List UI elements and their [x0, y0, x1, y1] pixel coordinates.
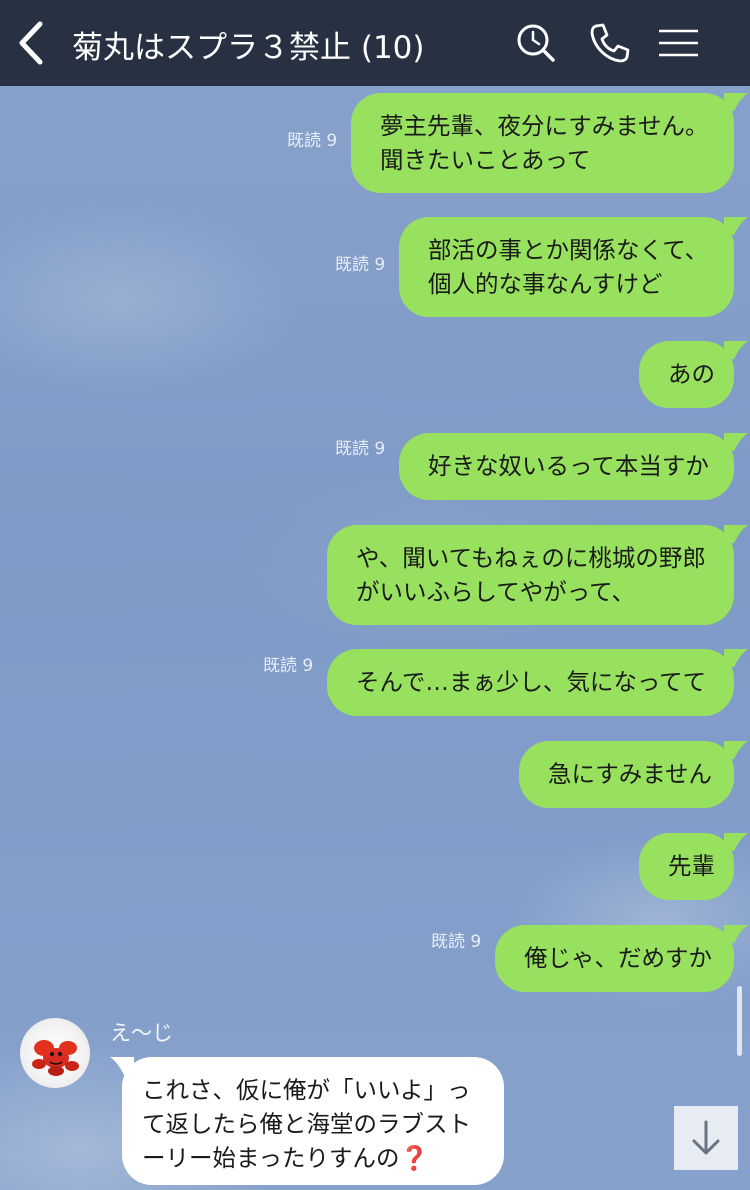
message-line: 聞きたいことあって — [380, 146, 591, 174]
arrow-down-icon — [692, 1120, 720, 1155]
call-button[interactable] — [586, 20, 632, 66]
message-line: 好きな奴いるって本当すか — [428, 452, 709, 480]
message-line: 先輩 — [668, 852, 715, 880]
menu-button[interactable] — [656, 20, 702, 66]
back-button[interactable] — [10, 18, 54, 68]
message-line: ーリー始まったりすんの❓ — [142, 1141, 484, 1175]
scrollbar[interactable] — [737, 986, 742, 1056]
outgoing-message[interactable]: 好きな奴いるって本当すか — [399, 433, 734, 500]
message-line: がいいふらしてやがって、 — [356, 578, 635, 606]
message-line: そんで…まぁ少し、気になってて — [356, 668, 707, 696]
read-receipt: 既読 9 — [335, 255, 386, 275]
bubble-tail — [724, 741, 748, 759]
message-text: ーリー始まったりすんの — [142, 1144, 400, 1172]
outgoing-message[interactable]: 夢主先輩、夜分にすみません。 聞きたいことあって — [351, 93, 734, 193]
chat-header: 菊丸はスプラ３禁止 (10) — [0, 0, 750, 86]
bubble-tail — [724, 433, 748, 451]
outgoing-message[interactable]: そんで…まぁ少し、気になってて — [327, 649, 734, 716]
scroll-to-bottom-button[interactable] — [674, 1106, 738, 1170]
phone-icon — [590, 23, 630, 63]
read-receipt: 既読 9 — [335, 439, 386, 459]
bubble-tail — [724, 341, 748, 359]
outgoing-message[interactable]: 先輩 — [639, 833, 734, 900]
outgoing-message[interactable]: 急にすみません — [519, 741, 734, 808]
bubble-tail — [724, 649, 748, 667]
back-chevron-icon — [19, 21, 43, 65]
outgoing-message[interactable]: や、聞いてもねぇのに桃城の野郎 がいいふらしてやがって、 — [327, 525, 734, 625]
incoming-message[interactable]: これさ、仮に俺が「いいよ」っ て返したら俺と海堂のラブスト ーリー始まったりすん… — [122, 1057, 504, 1185]
bubble-tail — [724, 525, 748, 543]
message-line: あの — [668, 360, 715, 388]
message-line: 夢主先輩、夜分にすみません。 — [380, 112, 709, 140]
search-icon — [517, 24, 555, 62]
message-line: 急にすみません — [548, 760, 713, 788]
search-button[interactable] — [512, 20, 558, 66]
chat-title: 菊丸はスプラ３禁止 (10) — [72, 30, 425, 66]
outgoing-message[interactable]: 俺じゃ、だめすか — [495, 925, 734, 992]
read-receipt: 既読 9 — [287, 131, 338, 151]
question-emoji: ❓ — [399, 1144, 429, 1172]
bubble-tail — [724, 93, 748, 111]
bubble-tail — [724, 217, 748, 235]
bubble-tail — [724, 833, 748, 851]
sender-name: え〜じ — [110, 1021, 173, 1045]
message-line: 俺じゃ、だめすか — [524, 944, 712, 972]
read-receipt: 既読 9 — [431, 932, 482, 952]
menu-icon — [659, 29, 698, 57]
message-line: 個人的な事なんすけど — [428, 270, 663, 298]
avatar[interactable] — [20, 1018, 90, 1088]
outgoing-message[interactable]: あの — [639, 341, 734, 408]
message-line: や、聞いてもねぇのに桃城の野郎 — [356, 544, 706, 572]
message-line: 部活の事とか関係なくて、 — [428, 236, 709, 264]
message-line: て返したら俺と海堂のラブスト — [142, 1110, 471, 1138]
message-line: これさ、仮に俺が「いいよ」っ — [142, 1076, 471, 1104]
read-receipt: 既読 9 — [263, 656, 314, 676]
lobster-icon — [32, 1040, 79, 1076]
bubble-tail — [724, 925, 748, 943]
outgoing-message[interactable]: 部活の事とか関係なくて、 個人的な事なんすけど — [399, 217, 734, 317]
